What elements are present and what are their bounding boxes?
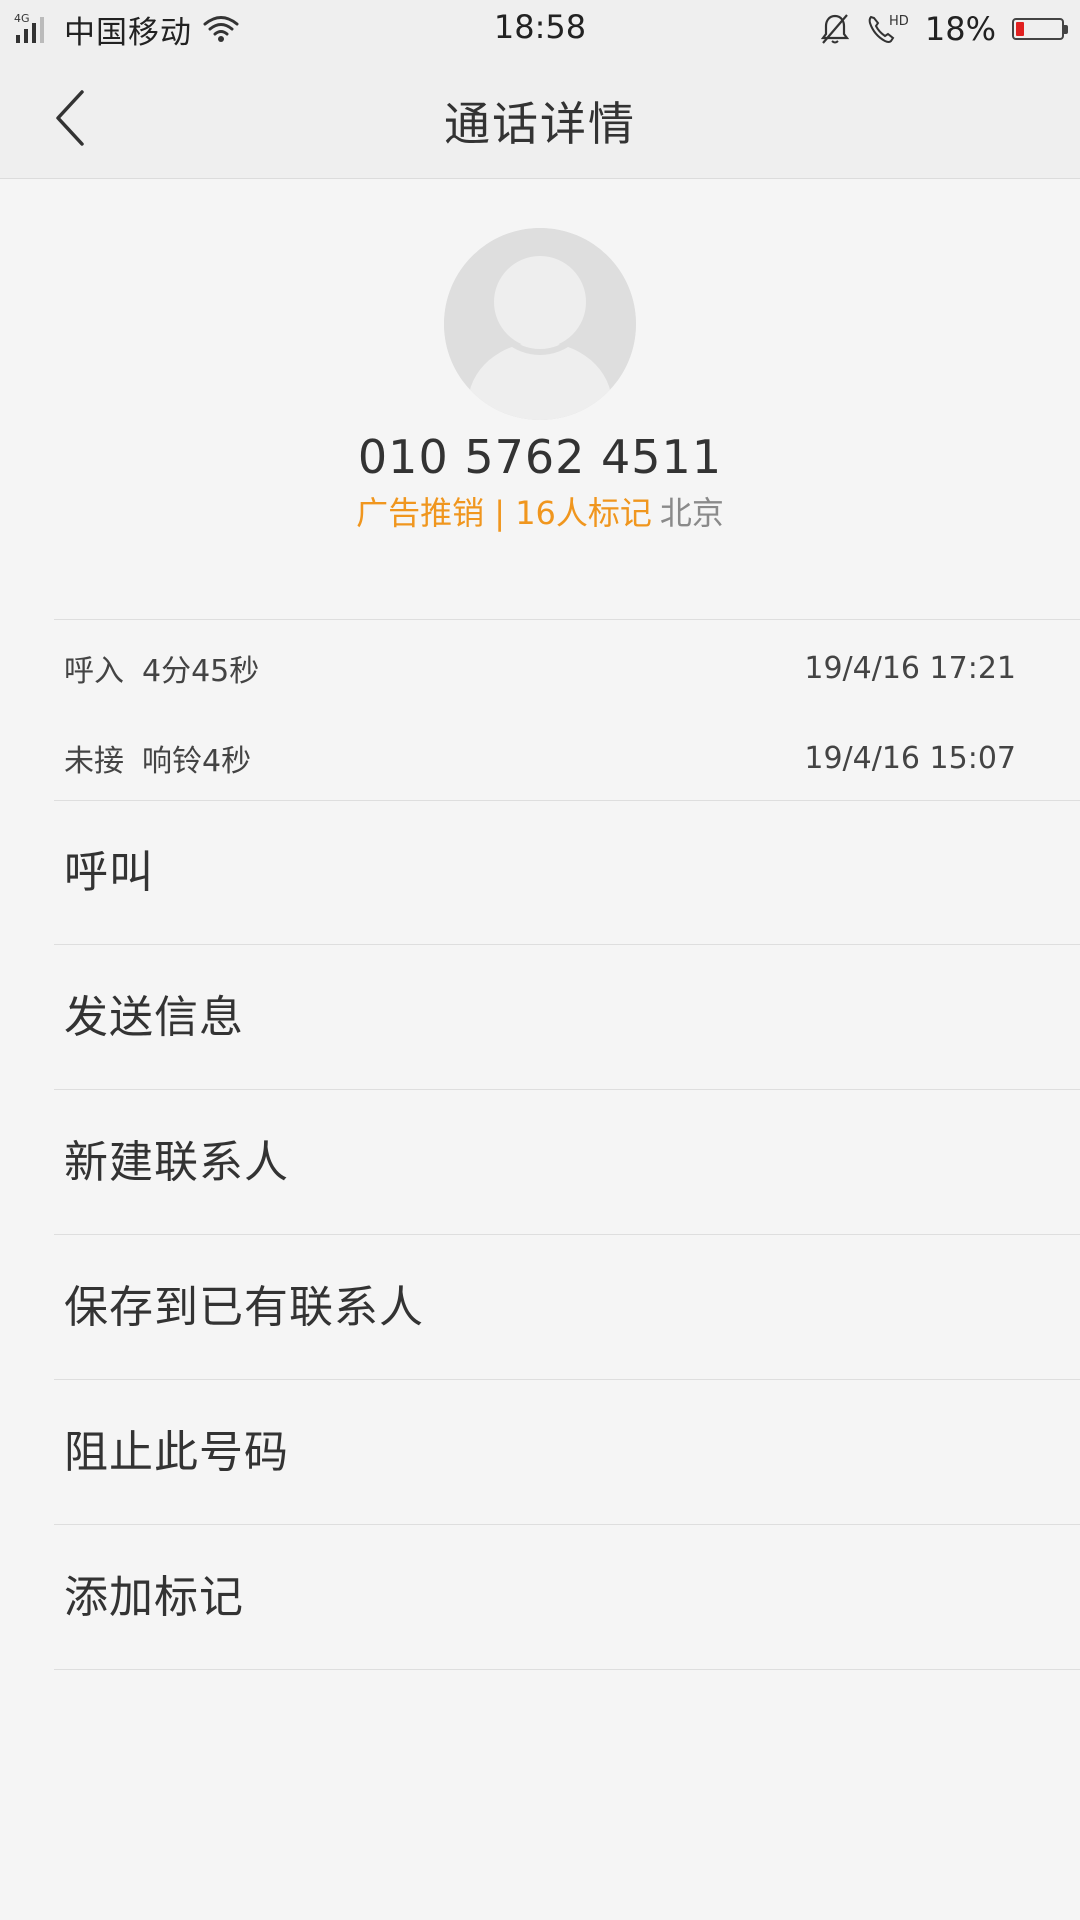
- phone-number: 010 5762 4511: [357, 430, 723, 484]
- title-bar: 通话详情: [0, 58, 1080, 179]
- divider: [54, 1524, 1080, 1525]
- number-location: 北京: [659, 494, 724, 532]
- call-action[interactable]: 呼叫: [0, 801, 1080, 945]
- battery-percent: 18%: [924, 10, 996, 48]
- call-type: 呼入: [64, 654, 124, 689]
- action-label: 呼叫: [64, 847, 154, 898]
- spam-tag: 广告推销 | 16人标记: [356, 494, 652, 532]
- save-to-existing-contact-action[interactable]: 保存到已有联系人: [0, 1236, 1080, 1380]
- new-contact-action[interactable]: 新建联系人: [0, 1091, 1080, 1235]
- action-label: 发送信息: [64, 992, 244, 1043]
- call-duration: 4分45秒: [142, 654, 260, 689]
- divider: [54, 944, 1080, 945]
- default-avatar-icon: [444, 228, 636, 420]
- action-label: 添加标记: [64, 1572, 244, 1623]
- call-log-row: 未接 响铃4秒 19/4/16 15:07: [64, 728, 1016, 788]
- page-title: 通话详情: [444, 97, 636, 151]
- divider: [54, 1379, 1080, 1380]
- action-label: 新建联系人: [64, 1137, 289, 1188]
- call-duration: 响铃4秒: [142, 744, 252, 779]
- divider: [54, 1234, 1080, 1235]
- call-datetime: 19/4/16 15:07: [804, 740, 1016, 776]
- call-type: 未接: [64, 744, 124, 779]
- call-datetime: 19/4/16 17:21: [804, 650, 1016, 686]
- status-bar: 4G 中国移动 18:58 HD 18%: [0, 0, 1080, 58]
- action-label: 保存到已有联系人: [64, 1282, 424, 1333]
- hd-call-icon: HD: [868, 14, 909, 43]
- bell-muted-icon: [820, 14, 850, 44]
- divider: [54, 1669, 1080, 1670]
- call-log-row: 呼入 4分45秒 19/4/16 17:21: [64, 638, 1016, 698]
- svg-text:HD: HD: [889, 14, 909, 29]
- battery-level: [1016, 22, 1024, 36]
- divider: [54, 1089, 1080, 1090]
- number-tag-line: 广告推销 | 16人标记 北京: [0, 488, 1080, 534]
- divider: [54, 619, 1080, 620]
- add-tag-action[interactable]: 添加标记: [0, 1526, 1080, 1670]
- block-number-action[interactable]: 阻止此号码: [0, 1381, 1080, 1525]
- send-message-action[interactable]: 发送信息: [0, 946, 1080, 1090]
- status-right: HD 18%: [819, 6, 1068, 52]
- action-label: 阻止此号码: [64, 1427, 289, 1478]
- battery-icon: [1012, 18, 1068, 40]
